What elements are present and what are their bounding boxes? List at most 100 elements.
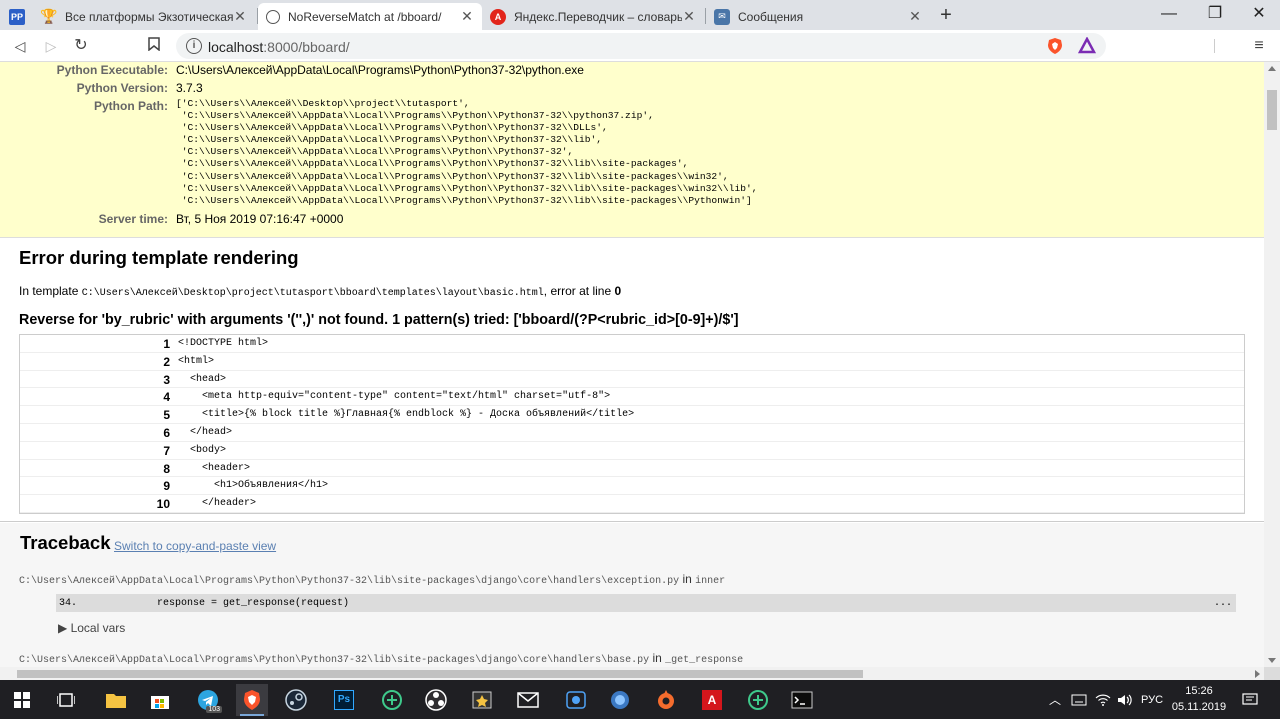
- address-divider: [1214, 39, 1215, 53]
- context-line[interactable]: 34. response = get_response(request) ...: [56, 594, 1236, 612]
- maximize-button[interactable]: ❐: [1192, 0, 1238, 30]
- in-template-prefix: In template: [19, 284, 82, 298]
- browser-menu-icon[interactable]: ≡: [1248, 35, 1270, 57]
- origin-icon[interactable]: [650, 684, 682, 716]
- tab-vk-messages[interactable]: ✉ Сообщения ✕: [706, 3, 930, 30]
- line-number: 3: [163, 372, 170, 387]
- traceback-frame-file: C:\Users\Алексей\AppData\Local\Programs\…: [19, 651, 743, 666]
- task-view-icon[interactable]: [50, 684, 82, 716]
- local-vars-toggle[interactable]: ▶ Local vars: [58, 621, 125, 635]
- close-tab-icon[interactable]: ✕: [908, 8, 922, 25]
- template-error-heading: Error during template rendering: [19, 247, 299, 268]
- telegram-icon[interactable]: 103: [192, 684, 224, 716]
- scroll-down-arrow[interactable]: [1268, 658, 1276, 663]
- url-host: localhost: [208, 39, 264, 55]
- address-bar[interactable]: i localhost:8000/bboard/: [176, 33, 1215, 59]
- frame-function: inner: [695, 576, 726, 587]
- template-path: C:\Users\Алексей\Desktop\project\tutaspo…: [81, 288, 544, 299]
- photoshop-icon[interactable]: Ps: [328, 684, 360, 716]
- back-icon[interactable]: ◁: [9, 35, 31, 57]
- volume-icon[interactable]: [1114, 680, 1136, 719]
- paint-3d-icon[interactable]: [560, 684, 592, 716]
- brave-shields-icon[interactable]: [1046, 37, 1064, 58]
- green-app-icon[interactable]: [376, 684, 408, 716]
- meta-label: Python Executable:: [56, 63, 168, 77]
- brave-rewards-icon[interactable]: [1077, 36, 1097, 58]
- show-hidden-icons-chevron-icon[interactable]: ︿: [1046, 680, 1064, 719]
- close-tab-icon[interactable]: ✕: [233, 8, 247, 25]
- line-code: <body>: [178, 444, 227, 456]
- source-line: 3 <head>: [20, 371, 1244, 389]
- url-port: :8000: [263, 39, 299, 55]
- yandex-translate-icon: A: [490, 8, 506, 25]
- language-indicator[interactable]: РУС: [1138, 680, 1166, 719]
- template-source-table[interactable]: 1 <!DOCTYPE html> 2 <html> 3 <head> 4 <met…: [19, 334, 1245, 514]
- meta-value: 3.7.3: [176, 81, 203, 95]
- minimize-button[interactable]: —: [1146, 0, 1192, 30]
- tab-exotic-platforms[interactable]: 🏆 Все платформы Экзотическая ко ✕: [33, 3, 255, 30]
- blue-orb-app-icon[interactable]: [604, 684, 636, 716]
- tab-yandex-translate[interactable]: A Яндекс.Переводчик – словарь и о ✕: [482, 3, 704, 30]
- scroll-right-arrow[interactable]: [1255, 670, 1260, 678]
- green-app-2-icon[interactable]: [742, 684, 774, 716]
- scroll-up-arrow[interactable]: [1268, 66, 1276, 71]
- site-info-icon[interactable]: i: [186, 38, 202, 54]
- url-text[interactable]: localhost:8000/bboard/: [208, 39, 350, 55]
- scrollbar-thumb[interactable]: [1267, 90, 1277, 130]
- meta-label: Python Path:: [94, 99, 168, 113]
- taskbar-clock[interactable]: 15:26 05.11.2019: [1168, 683, 1230, 715]
- tab-title: Яндекс.Переводчик – словарь и о: [514, 9, 682, 24]
- steam-icon[interactable]: [280, 684, 312, 716]
- horizontal-scrollbar[interactable]: [0, 667, 1264, 680]
- template-error-section: Error during template rendering In templ…: [0, 239, 1264, 522]
- vertical-scrollbar[interactable]: [1264, 62, 1280, 667]
- switch-to-copy-paste-link[interactable]: Switch to copy-and-paste view: [114, 539, 276, 553]
- terminal-icon[interactable]: [786, 684, 818, 716]
- python-path-value: ['C:\\Users\\Алексей\\Desktop\\project\\…: [176, 98, 758, 206]
- forward-icon[interactable]: ▷: [40, 35, 62, 57]
- source-line: 4 <meta http-equiv="content-type" conten…: [20, 388, 1244, 407]
- mail-icon[interactable]: [512, 684, 544, 716]
- close-tab-icon[interactable]: ✕: [682, 8, 696, 25]
- line-code: <head>: [178, 373, 227, 385]
- obs-icon[interactable]: [420, 684, 452, 716]
- new-tab-button[interactable]: +: [934, 4, 958, 26]
- frame-in: in: [679, 572, 696, 586]
- tab-bar: PP 🏆 Все платформы Экзотическая ко ✕ NoR…: [0, 0, 1280, 30]
- tab-noreversematch[interactable]: NoReverseMatch at /bboard/ ✕: [258, 3, 482, 30]
- line-code: <header>: [178, 462, 251, 474]
- acrobat-icon[interactable]: A: [696, 684, 728, 716]
- django-error-page: Python Executable: C:\Users\Алексей\AppD…: [0, 62, 1264, 667]
- brave-browser-icon[interactable]: [236, 684, 268, 716]
- video-editor-icon[interactable]: [466, 684, 498, 716]
- line-code: <meta http-equiv="content-type" content=…: [178, 391, 611, 403]
- frame-in: in: [649, 651, 666, 665]
- line-code: </header>: [178, 498, 257, 510]
- file-explorer-icon[interactable]: [100, 684, 132, 716]
- template-location: In template C:\Users\Алексей\Desktop\pro…: [19, 284, 621, 299]
- globe-icon: [266, 9, 280, 24]
- close-window-button[interactable]: ✕: [1236, 0, 1280, 30]
- scrollbar-thumb[interactable]: [17, 670, 863, 678]
- close-tab-icon[interactable]: ✕: [460, 8, 474, 25]
- notifications-icon[interactable]: [1238, 680, 1262, 719]
- clock-time: 15:26: [1185, 685, 1213, 697]
- expand-context-ellipsis[interactable]: ...: [1214, 598, 1232, 609]
- keyboard-icon[interactable]: [1068, 680, 1090, 719]
- line-number: 9: [163, 479, 170, 494]
- tab-title: Все платформы Экзотическая ко: [65, 9, 233, 24]
- line-number: 4: [163, 390, 170, 405]
- pinned-tab-pp[interactable]: PP: [4, 3, 30, 30]
- tab-title: Сообщения: [738, 9, 804, 24]
- bookmark-icon[interactable]: [143, 35, 165, 57]
- source-line: 1 <!DOCTYPE html>: [20, 335, 1244, 353]
- tab-title: NoReverseMatch at /bboard/: [288, 9, 442, 24]
- frame-function: _get_response: [665, 655, 744, 666]
- line-code: <title>{% block title %}Главная{% endblo…: [178, 409, 635, 421]
- windows-start-icon[interactable]: [6, 684, 38, 716]
- reload-icon[interactable]: ↻: [70, 35, 92, 57]
- line-number: 7: [163, 443, 170, 458]
- source-line: 8 <header>: [20, 460, 1244, 478]
- wifi-icon[interactable]: [1092, 680, 1114, 719]
- microsoft-store-icon[interactable]: [144, 684, 176, 716]
